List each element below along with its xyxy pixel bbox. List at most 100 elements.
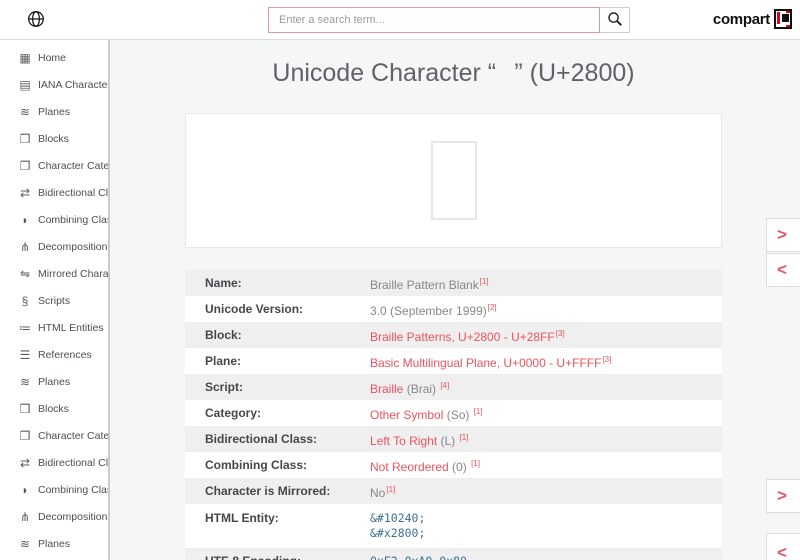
sidebar-item-label: Character Categories (38, 430, 110, 442)
sidebar-item-label: Mirrored Characters (38, 268, 110, 280)
footnote-ref-link[interactable]: [1] (386, 485, 395, 494)
sidebar-item-blocks[interactable]: ❒Blocks (0, 125, 108, 152)
sidebar-item-character-categories[interactable]: ❐ Character Categories (0, 152, 108, 179)
sidebar-item-planes[interactable]: ≋ Planes (0, 530, 108, 557)
compart-logo[interactable]: compart (713, 9, 792, 29)
value-link[interactable]: Braille (370, 382, 403, 396)
sidebar-item-label: Character Categories (38, 160, 110, 172)
next-character-button[interactable]: > (766, 218, 800, 252)
character-display-card (185, 113, 722, 248)
row-label: Category: (185, 406, 370, 420)
value-text: (L) (437, 434, 458, 448)
footnote-ref-link[interactable]: [3] (556, 329, 565, 338)
references-icon: ☰ (17, 348, 33, 362)
value-text: (0) (449, 460, 470, 474)
footnote-ref-link[interactable]: [4] (440, 381, 449, 390)
decomposition-icon: ⋔ (17, 240, 33, 254)
sidebar-item-label: Planes (38, 538, 70, 550)
sidebar-item-bidirectional-classes[interactable]: ⇄ Bidirectional Classes (0, 449, 108, 476)
search-bar (268, 7, 630, 33)
sidebar-item-label: References (38, 349, 92, 361)
row-value: Other Symbol (So) [1] (370, 404, 722, 423)
sidebar-nav: ▦Home▤IANA Character Sets≋Planes❒Blocks❐… (0, 40, 110, 560)
row-label: Character is Mirrored: (185, 484, 370, 498)
planes-icon: ≋ (17, 537, 33, 551)
magnifier-icon (607, 11, 623, 30)
previous-character-button-bottom[interactable]: < (766, 533, 800, 560)
table-row-name: Name:Braille Pattern Blank[1] (185, 270, 722, 296)
row-label: Bidirectional Class: (185, 432, 370, 446)
row-label: UTF-8 Encoding: (185, 554, 370, 560)
sidebar-item-decomposition[interactable]: ⋔ Decomposition (0, 233, 108, 260)
value-link[interactable]: Basic Multilingual Plane, U+0000 - U+FFF… (370, 356, 601, 370)
footnote-ref-link[interactable]: [2] (488, 303, 497, 312)
row-value: 3.0 (September 1999)[2] (370, 300, 722, 319)
row-label: Name: (185, 276, 370, 290)
row-value: 0xE2 0xA0 0x80 (370, 554, 722, 560)
value-text: (Brai) (403, 382, 439, 396)
decomposition-icon: ⋔ (17, 510, 33, 524)
sidebar-item-planes[interactable]: ≋Planes (0, 98, 108, 125)
value-link[interactable]: Left To Right (370, 434, 437, 448)
sidebar-item-mirrored-characters[interactable]: ⇋Mirrored Characters (0, 260, 108, 287)
globe-icon[interactable] (26, 10, 46, 30)
sidebar-item-combining-classes[interactable]: ◗Combining Classes (0, 206, 108, 233)
sidebar-item-label: Bidirectional Classes (38, 457, 110, 469)
row-label: Script: (185, 380, 370, 394)
footnote-ref-link[interactable]: [1] (471, 459, 480, 468)
sidebar-item-label: Combining Classes (38, 484, 110, 496)
row-label: Combining Class: (185, 458, 370, 472)
table-row-plane: Plane:Basic Multilingual Plane, U+0000 -… (185, 348, 722, 374)
value-link[interactable]: Other Symbol (370, 408, 443, 422)
footnote-ref-link[interactable]: [1] (460, 433, 469, 442)
row-value: Braille Pattern Blank[1] (370, 274, 722, 293)
sidebar-item-label: Combining Classes (38, 214, 110, 226)
logo-text: compart (713, 11, 770, 28)
character-categories-icon: ❐ (17, 159, 33, 173)
bidirectional-classes-icon: ⇄ (17, 456, 33, 470)
value-link[interactable]: Braille Patterns, U+2800 - U+28FF (370, 330, 555, 344)
sidebar-item-iana-character-sets[interactable]: ▤ IANA Character Sets (0, 71, 108, 98)
sidebar-item-character-categories[interactable]: ❐ Character Categories (0, 422, 108, 449)
next-character-button-bottom[interactable]: > (766, 479, 800, 513)
row-label: Plane: (185, 354, 370, 368)
character-categories-icon: ❐ (17, 429, 33, 443)
page: compart ▦Home▤IANA Character Sets≋Planes… (0, 0, 800, 560)
sidebar-item-html-entities[interactable]: ≔ HTML Entities (0, 314, 108, 341)
sidebar-item-label: Planes (38, 106, 70, 118)
search-button[interactable] (600, 7, 630, 33)
sidebar-item-home[interactable]: ▦Home (0, 44, 108, 71)
sidebar-item-decomposition[interactable]: ⋔Decomposition (0, 503, 108, 530)
footnote-ref-link[interactable]: [1] (474, 407, 483, 416)
table-row-unicode-version: Unicode Version:3.0 (September 1999)[2] (185, 296, 722, 322)
character-glyph-box (431, 141, 477, 220)
footnote-ref-link[interactable]: [3] (602, 355, 611, 364)
character-detail-table: Name:Braille Pattern Blank[1]Unicode Ver… (185, 270, 722, 560)
html-entities-icon: ≔ (17, 321, 33, 335)
table-row-bidirectional-class: Bidirectional Class:Left To Right (L) [1… (185, 426, 722, 452)
sidebar-item-combining-classes[interactable]: ◗Combining Classes (0, 476, 108, 503)
value-link[interactable]: Not Reordered (370, 460, 449, 474)
bidirectional-classes-icon: ⇄ (17, 186, 33, 200)
value-text: (So) (443, 408, 472, 422)
row-value: Braille Patterns, U+2800 - U+28FF[3] (370, 326, 722, 345)
sidebar-item-references[interactable]: ☰ References (0, 341, 108, 368)
sidebar-item-label: Planes (38, 376, 70, 388)
compart-logo-icon (774, 9, 792, 29)
iana-character-sets-icon: ▤ (17, 78, 33, 92)
previous-character-button[interactable]: < (766, 253, 800, 287)
table-row-html-entity: HTML Entity:&#10240;&#x2800; (185, 504, 722, 548)
sidebar-item-blocks[interactable]: ❒Blocks (0, 395, 108, 422)
code-value: &#10240; (370, 511, 722, 526)
sidebar-item-label: Decomposition (38, 241, 107, 253)
sidebar-item-label: IANA Character Sets (38, 79, 110, 91)
sidebar-item-planes[interactable]: ≋Planes (0, 368, 108, 395)
footnote-ref-link[interactable]: [1] (480, 277, 489, 286)
sidebar-item-label: HTML Entities (38, 322, 104, 334)
search-input[interactable] (268, 7, 600, 33)
sidebar-item-scripts[interactable]: §Scripts (0, 287, 108, 314)
sidebar-item-bidirectional-classes[interactable]: ⇄Bidirectional Classes (0, 179, 108, 206)
table-row-character-is-mirrored: Character is Mirrored:No[1] (185, 478, 722, 504)
row-value: Basic Multilingual Plane, U+0000 - U+FFF… (370, 352, 722, 371)
table-row-utf-8-encoding: UTF-8 Encoding:0xE2 0xA0 0x80 (185, 548, 722, 560)
